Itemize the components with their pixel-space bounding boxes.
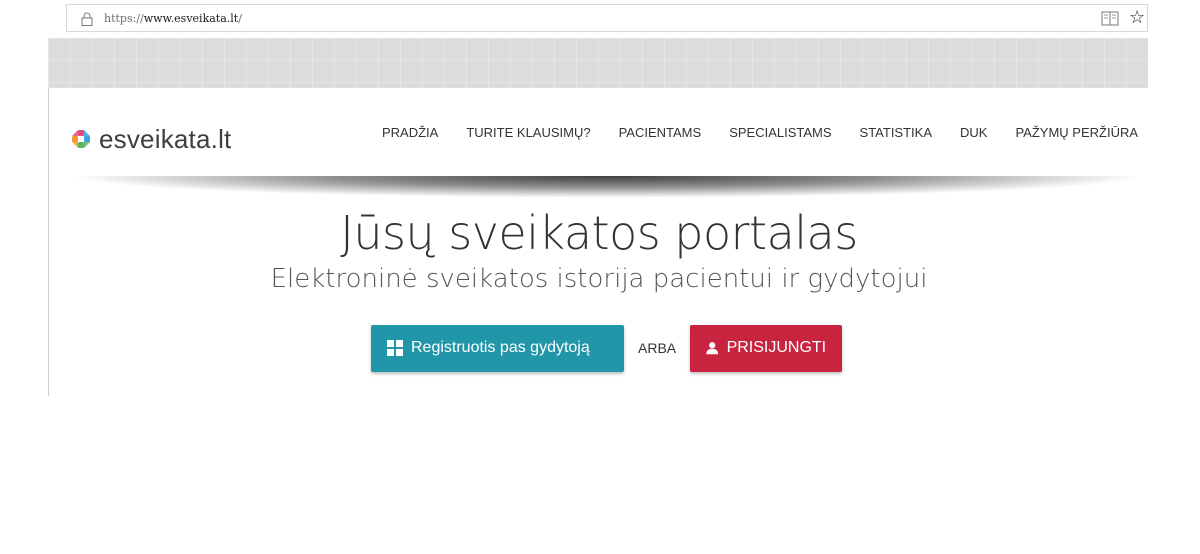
nav-item-pacientams[interactable]: PACIENTAMS (619, 125, 702, 140)
logo-cross-icon (72, 130, 90, 148)
nav-item-specialistams[interactable]: SPECIALISTAMS (729, 125, 831, 140)
nav-item-duk[interactable]: DUK (960, 125, 987, 140)
user-icon (706, 342, 719, 355)
site-logo[interactable]: esveikata.lt (71, 124, 231, 154)
website-page: esveikata.lt PRADŽIA TURITE KLAUSIMŲ? PA… (48, 88, 1149, 396)
star-icon[interactable]: ☆ (1129, 8, 1145, 28)
main-nav: PRADŽIA TURITE KLAUSIMŲ? PACIENTAMS SPEC… (382, 125, 1138, 140)
address-bar[interactable]: https://www.esveikata.lt/ ☆ (66, 4, 1148, 32)
logo-text: esveikata.lt (99, 123, 232, 154)
grid-icon (387, 340, 403, 356)
lock-icon (81, 12, 93, 26)
register-button-label: Registruotis pas gydytoją (411, 339, 590, 356)
site-header: esveikata.lt PRADŽIA TURITE KLAUSIMŲ? PA… (49, 88, 1149, 178)
register-button[interactable]: Registruotis pas gydytoją (371, 324, 624, 372)
header-shadow (67, 176, 1147, 198)
or-label: ARBA (638, 340, 677, 356)
hero-title: Jūsų sveikatos portalas (340, 206, 858, 260)
reader-view-icon[interactable] (1101, 11, 1119, 26)
nav-item-statistika[interactable]: STATISTIKA (860, 125, 932, 140)
login-button-label: PRISIJUNGTI (726, 339, 827, 356)
nav-item-pradzia[interactable]: PRADŽIA (382, 125, 438, 140)
hero-subtitle: Elektroninė sveikatos istorija pacientui… (270, 264, 928, 294)
cta-row: Registruotis pas gydytoją ARBA PRISIJUNG… (371, 324, 843, 372)
page-background-band (48, 38, 1148, 88)
nav-item-turite-klausimu[interactable]: TURITE KLAUSIMŲ? (466, 125, 590, 140)
login-button[interactable]: PRISIJUNGTI (690, 324, 843, 372)
url-text[interactable]: https://www.esveikata.lt/ (104, 12, 242, 25)
nav-item-pazymu-perziura[interactable]: PAŽYMŲ PERŽIŪRA (1015, 125, 1138, 140)
